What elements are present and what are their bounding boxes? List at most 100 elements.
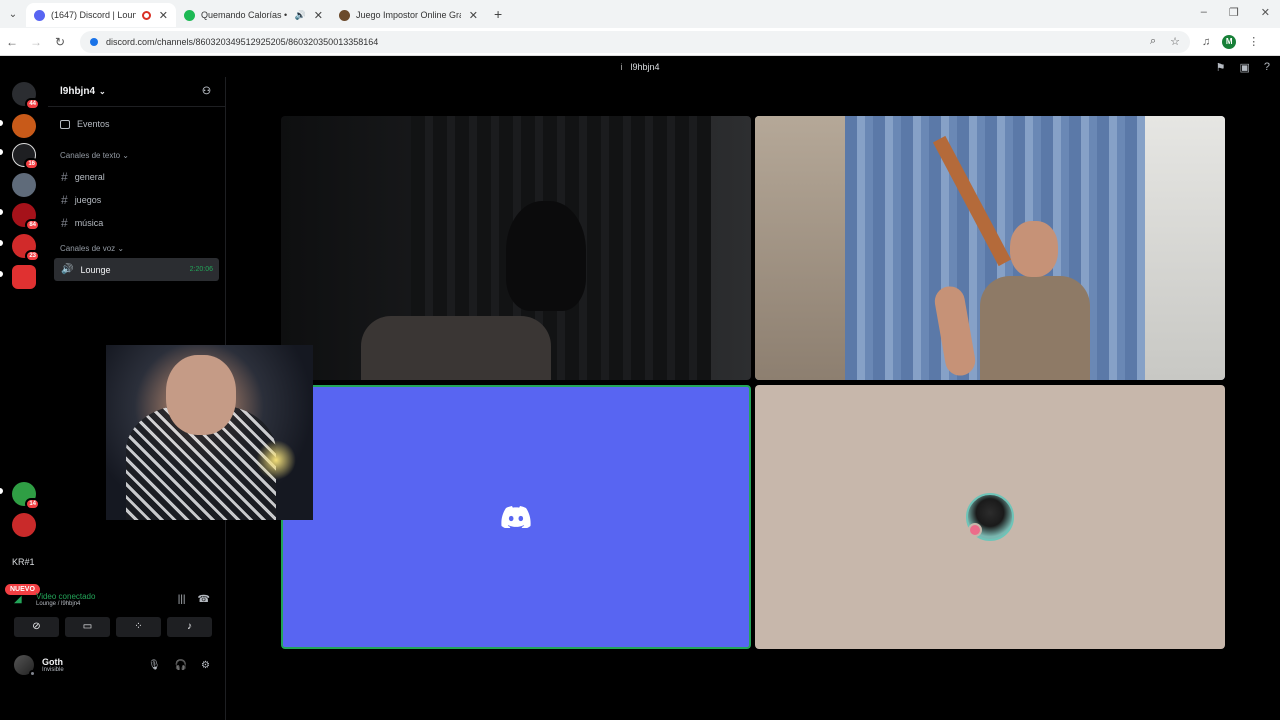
new-tab-button[interactable]: +	[494, 6, 502, 22]
discord-logo-icon	[501, 506, 531, 528]
invite-people-icon[interactable]: ⚇	[202, 86, 211, 97]
category-label: Canales de voz	[60, 244, 116, 253]
reload-icon[interactable]: ↻	[48, 35, 72, 49]
discord-app: i l9hbjn4 ⚑ ▣ ? 44 16 84 23 14 KR#1 NUEV…	[0, 57, 1280, 720]
voice-status[interactable]: Video conectado	[36, 592, 95, 601]
unread-badge: 84	[25, 219, 40, 231]
site-info-icon[interactable]	[90, 37, 98, 46]
camera-off-button[interactable]: ⊘	[14, 617, 59, 637]
server-icon[interactable]	[12, 265, 36, 289]
media-control-icon[interactable]: ♫	[1202, 36, 1210, 48]
channel-info-icon: i	[620, 62, 623, 72]
tab-title: Juego Impostor Online Gratis -	[356, 10, 461, 20]
category-label: Canales de texto	[60, 151, 121, 160]
server-unread-pill	[0, 488, 3, 494]
url-field[interactable]: discord.com/channels/860320349512925205/…	[80, 30, 1190, 53]
voice-location[interactable]: Lounge / l9hbjn4	[36, 601, 95, 607]
close-tab-icon[interactable]: ✕	[314, 9, 323, 22]
video-background	[755, 116, 845, 380]
channel-musica[interactable]: # música	[48, 211, 225, 234]
browser-tab-game[interactable]: Juego Impostor Online Gratis - ✕	[331, 3, 486, 27]
video-tile-participant-2[interactable]	[755, 116, 1225, 380]
video-tile-participant-3[interactable]	[281, 385, 751, 649]
chevron-down-icon: ⌄	[122, 151, 129, 160]
video-tile-participant-4[interactable]	[755, 385, 1225, 649]
close-tab-icon[interactable]: ✕	[469, 9, 478, 22]
voice-channel-lounge[interactable]: 🔊 Lounge 2:20:06	[54, 258, 219, 281]
browser-tab-discord[interactable]: (1647) Discord | Lounge | l9 ✕	[26, 3, 176, 27]
disconnect-icon[interactable]: ☎	[198, 594, 210, 605]
speaker-icon: 🔊	[61, 264, 74, 275]
screen-share-button[interactable]: ▭	[65, 617, 110, 637]
channel-general[interactable]: # general	[48, 165, 225, 188]
close-tab-icon[interactable]: ✕	[159, 9, 168, 22]
soundboard-button[interactable]: ♪	[167, 617, 212, 637]
channel-label: general	[74, 171, 105, 182]
restore-icon[interactable]: ❐	[1229, 6, 1239, 19]
server-icon[interactable]: 23	[12, 234, 40, 262]
participant-video	[1010, 221, 1058, 277]
speaker-icon[interactable]: 🔊	[295, 10, 306, 21]
noise-suppression-icon[interactable]: |||	[178, 594, 186, 605]
video-background	[1145, 116, 1225, 380]
server-unread-pill	[0, 209, 3, 215]
recording-icon	[141, 10, 151, 20]
server-name: l9hbjn4	[60, 86, 96, 97]
activities-button[interactable]: ⁘	[116, 617, 161, 637]
direct-messages-icon[interactable]: 44	[12, 82, 40, 110]
server-icon[interactable]: 16	[12, 143, 39, 170]
tab-search-icon[interactable]: ⌄	[0, 9, 26, 20]
user-panel: Goth Invisible 🎙 🎧 ⚙	[8, 649, 218, 681]
channel-label: juegos	[74, 194, 102, 205]
server-icon[interactable]	[12, 114, 36, 138]
discord-title-bar: i l9hbjn4 ⚑ ▣ ?	[0, 57, 1280, 77]
avatar[interactable]	[14, 655, 36, 677]
browser-menu-icon[interactable]: ⋮	[1248, 35, 1259, 48]
signal-icon[interactable]: ◢	[14, 594, 28, 605]
forward-icon[interactable]: →	[24, 35, 48, 49]
url-text: discord.com/channels/860320349512925205/…	[106, 36, 379, 47]
profile-avatar[interactable]: M	[1222, 34, 1237, 49]
channel-label: música	[74, 217, 104, 228]
tab-title: (1647) Discord | Lounge | l9	[51, 10, 136, 20]
flag-icon[interactable]: ⚑	[1216, 61, 1226, 74]
minimize-icon[interactable]: –	[1201, 6, 1207, 19]
chevron-down-icon: ⌄	[99, 87, 106, 96]
zoom-icon[interactable]: ⌕	[1150, 35, 1156, 48]
microphone-icon[interactable]: 🎙	[148, 660, 161, 671]
server-icon[interactable]: 84	[12, 203, 40, 231]
voice-timer: 2:20:06	[189, 266, 213, 273]
server-icon[interactable]	[12, 513, 36, 537]
video-background	[361, 316, 551, 380]
server-icon[interactable]: 14	[12, 482, 40, 510]
avatar-decoration-icon	[968, 523, 982, 537]
server-label-kr[interactable]: KR#1	[12, 557, 35, 567]
events-item[interactable]: Eventos	[48, 111, 225, 137]
username[interactable]: Goth	[42, 657, 64, 667]
webcam-image	[166, 355, 236, 435]
discord-favicon-icon	[34, 9, 45, 21]
inbox-icon[interactable]: ▣	[1239, 61, 1249, 74]
settings-gear-icon[interactable]: ⚙	[201, 660, 210, 671]
browser-tab-bar: ⌄ (1647) Discord | Lounge | l9 ✕ Quemand…	[0, 0, 1280, 28]
category-voice-channels[interactable]: Canales de voz ⌄	[48, 244, 225, 258]
server-unread-pill	[0, 120, 3, 126]
headphones-icon[interactable]: 🎧	[175, 660, 187, 671]
server-header[interactable]: l9hbjn4 ⌄ ⚇	[48, 77, 225, 107]
channel-label: Lounge	[80, 264, 111, 275]
unread-badge: 16	[24, 158, 39, 170]
channel-juegos[interactable]: # juegos	[48, 188, 225, 211]
self-webcam-overlay	[106, 345, 313, 520]
unread-badge: 23	[25, 250, 40, 262]
help-icon[interactable]: ?	[1264, 61, 1270, 74]
category-text-channels[interactable]: Canales de texto ⌄	[48, 151, 225, 165]
browser-tab-music[interactable]: Quemando Calorías • Feid, 🔊 ✕	[176, 3, 331, 27]
calendar-icon	[60, 119, 70, 129]
server-unread-pill	[0, 271, 3, 277]
video-tile-participant-1[interactable]	[281, 116, 751, 380]
server-icon[interactable]	[12, 173, 36, 197]
close-window-icon[interactable]: ✕	[1261, 6, 1270, 19]
back-icon[interactable]: ←	[0, 35, 24, 49]
voice-connection-panel: ◢ Video conectado Lounge / l9hbjn4 ||| ☎…	[8, 587, 218, 645]
bookmark-star-icon[interactable]: ☆	[1170, 35, 1180, 48]
